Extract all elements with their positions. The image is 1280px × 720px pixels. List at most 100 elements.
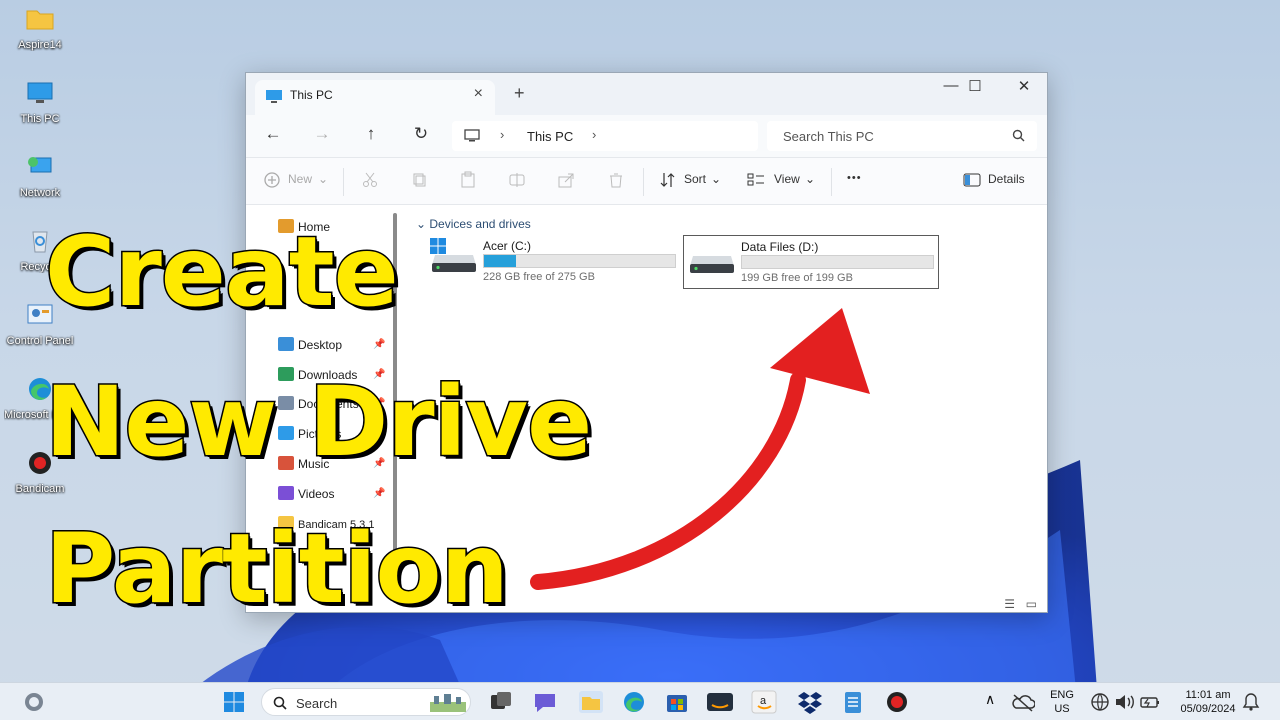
new-plus-icon [264,172,280,188]
command-bar: New ⌄ Sort ⌄ View ⌄ ••• Details [246,157,1047,205]
monitor-icon [464,129,480,142]
clock-date: 05/09/2024 [1180,703,1236,715]
new-button[interactable]: New [288,172,312,186]
copy-icon[interactable] [411,171,429,189]
chevron-right-icon[interactable]: › [592,127,596,142]
desktop-icon-this-pc[interactable]: This PC [4,80,76,125]
drive-c[interactable]: Acer (C:) 228 GB free of 275 GB [426,235,682,289]
headline-line-2: New Drive [43,365,593,480]
desktop-icon-label: Bandicam [15,483,65,495]
group-header-label: Devices and drives [429,217,531,231]
edge-icon[interactable] [620,689,648,715]
red-arrow-graphic [530,308,870,590]
more-options-button[interactable]: ••• [847,172,862,184]
hard-drive-icon [432,255,476,272]
desktop-icon-label: This PC [20,113,60,125]
desktop-folder-icon [278,337,294,351]
desktop-icon-network[interactable]: Network [4,154,76,199]
nav-item-desktop[interactable]: Desktop [278,337,342,352]
headline-line-3: Partition [44,512,511,627]
drive-d[interactable]: Data Files (D:) 199 GB free of 199 GB [683,235,939,289]
group-header[interactable]: ⌄ Devices and drives [416,217,531,231]
battery-icon[interactable] [1139,692,1161,712]
monitor-icon [27,82,53,103]
taskbar-search-box[interactable]: Search [261,688,471,716]
view-button[interactable]: View [774,172,800,186]
pin-icon: 📌 [373,339,386,350]
search-icon [273,696,287,710]
chat-icon[interactable] [531,689,559,715]
chevron-right-icon: › [500,127,505,142]
hard-drive-icon [690,256,734,273]
svg-text:a: a [760,695,767,707]
this-pc-icon [266,90,282,103]
forward-arrow-icon[interactable]: → [307,124,337,144]
language-indicator[interactable]: ENG US [1044,688,1080,716]
tab-title: This PC [290,88,333,102]
search-box[interactable]: Search This PC [767,121,1037,151]
paste-icon[interactable] [459,171,477,189]
onedrive-icon[interactable] [1011,691,1035,713]
divider [643,168,644,196]
new-tab-button[interactable]: + [514,83,525,104]
amazon-icon[interactable]: a [750,689,778,715]
nav-item-label: Videos [298,487,335,501]
task-view-icon[interactable] [487,689,515,715]
cut-icon[interactable] [361,171,379,189]
details-view-toggle-icon[interactable]: ☰ [1004,597,1015,611]
tab-this-pc[interactable]: This PC × [255,80,495,115]
desktop-icon-label: Control Panel [6,335,74,347]
amazon-prime-icon[interactable] [706,689,734,715]
address-bar[interactable]: › This PC › [452,121,758,151]
desktop-icon-label: Aspire14 [18,39,62,51]
microsoft-store-icon[interactable] [663,689,691,715]
chevron-down-icon: ⌄ [711,172,722,186]
start-windows-icon[interactable] [220,689,248,715]
drive-free-space: 199 GB free of 199 GB [741,272,853,284]
maximize-button[interactable]: ☐ [952,77,998,95]
delete-icon[interactable] [607,171,625,189]
chevron-up-icon[interactable]: ∧ [985,692,995,706]
drive-usage-fill [484,255,517,267]
divider [343,168,344,196]
rename-icon[interactable] [508,171,526,189]
title-bar: This PC × + — ☐ ✕ [246,73,1047,115]
headline-line-1: Create [44,215,401,330]
details-pane-icon [963,173,981,187]
view-icon [747,173,764,186]
clock[interactable]: 11:01 am 05/09/2024 [1168,688,1248,716]
desktop-icon-aspire14[interactable]: Aspire14 [4,6,76,51]
nav-item-videos[interactable]: Videos [278,486,334,501]
record-icon[interactable] [883,689,911,715]
breadcrumb[interactable]: This PC [527,129,573,144]
details-button[interactable]: Details [988,172,1025,186]
videos-icon [278,486,294,500]
taskbar-search-placeholder: Search [296,696,338,711]
back-arrow-icon[interactable]: ← [258,124,288,144]
volume-icon[interactable] [1114,692,1136,712]
up-arrow-icon[interactable]: ↑ [356,124,386,144]
notification-bell-icon[interactable] [1242,692,1260,712]
search-placeholder: Search This PC [783,129,874,144]
navigation-bar: ← → ↑ ↻ › This PC › Search This PC [246,115,1047,157]
globe-network-icon[interactable] [1090,692,1110,712]
share-icon[interactable] [557,171,575,189]
clock-time: 11:01 am [1185,689,1231,701]
sort-button[interactable]: Sort [684,172,706,186]
drive-free-space: 228 GB free of 275 GB [483,271,595,283]
desktop-icon-label: Network [19,187,61,199]
close-tab-icon[interactable]: × [474,85,483,103]
refresh-icon[interactable]: ↻ [406,124,436,144]
notepad-icon[interactable] [839,689,867,715]
widgets-icon[interactable] [20,689,48,715]
close-window-button[interactable]: ✕ [1001,77,1047,95]
taskbar: Search a ∧ ENG US 11:01 am 05/09/2024 [0,682,1280,720]
tiles-view-toggle-icon[interactable]: ▭ [1026,597,1037,611]
file-explorer-taskbar-icon[interactable] [577,689,605,715]
pin-icon: 📌 [373,488,386,499]
chevron-down-icon: ⌄ [318,172,329,186]
search-highlight-icon [430,694,466,712]
dropbox-icon[interactable] [796,689,824,715]
keyboard-region: US [1054,703,1070,715]
search-icon [1012,129,1025,142]
